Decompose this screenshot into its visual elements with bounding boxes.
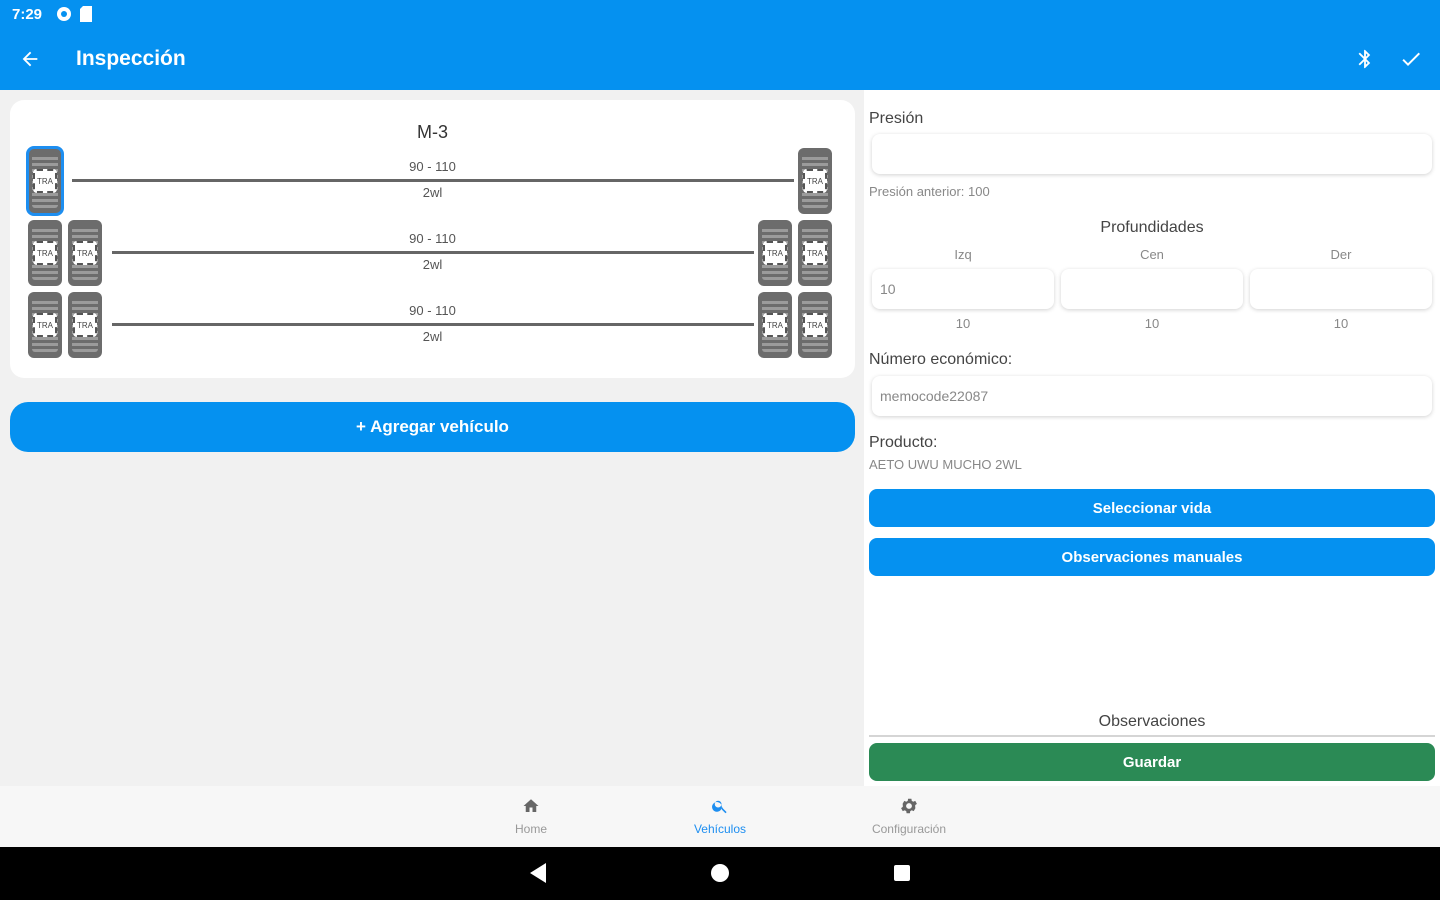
- system-home-icon[interactable]: [710, 862, 730, 884]
- search-icon: [712, 800, 727, 814]
- tire-position-10[interactable]: TRA: [798, 292, 832, 358]
- depth-col-left: Izq: [954, 247, 972, 262]
- app-bar: Inspección: [0, 28, 1440, 90]
- depth-col-center: Cen: [1140, 247, 1164, 262]
- nav-home-label: Home: [514, 822, 547, 836]
- system-navigation-bar: [0, 847, 1440, 900]
- axle-pressure-range: 90 - 110: [409, 231, 456, 246]
- nav-settings-label: Configuración: [871, 822, 947, 836]
- product-value: AETO UWU MUCHO 2WL: [869, 457, 1022, 472]
- status-time: 7:29: [12, 5, 43, 23]
- depth-left-input[interactable]: [872, 269, 1054, 309]
- tire-position-5[interactable]: TRA: [758, 220, 792, 286]
- axle-pressure-range: 90 - 110: [409, 303, 456, 318]
- previous-pressure: Presión anterior: 100: [869, 184, 990, 199]
- depths-title: Profundidades: [1100, 219, 1204, 236]
- observations-divider: [869, 735, 1435, 737]
- save-button[interactable]: Guardar: [869, 743, 1435, 781]
- tire-position-9[interactable]: TRA: [758, 292, 792, 358]
- nav-vehicles[interactable]: Vehículos: [665, 794, 775, 836]
- tire-position-4[interactable]: TRA: [68, 220, 102, 286]
- depth-previous-right: 10: [1333, 316, 1349, 331]
- back-button[interactable]: [0, 28, 60, 90]
- back-arrow-icon: [22, 51, 38, 67]
- axle-1: TRA 90 - 110 2wl TRA: [10, 146, 855, 216]
- axle-bar: [112, 323, 754, 326]
- bluetooth-icon[interactable]: [1354, 47, 1376, 71]
- economic-number-input[interactable]: [872, 376, 1432, 416]
- tire-position-3[interactable]: TRA: [28, 220, 62, 286]
- status-bar: 7:29: [0, 0, 1440, 786]
- vehicle-card: M-3 TRA 90 - 110 2wl TRA TRA TRA 90 - 11…: [10, 100, 855, 378]
- nav-settings[interactable]: Configuración: [854, 794, 964, 836]
- depth-previous-left: 10: [955, 316, 971, 331]
- depth-col-right: Der: [1330, 247, 1352, 262]
- axle-3: TRA TRA 90 - 110 2wl TRA TRA: [10, 292, 855, 358]
- product-label: Producto:: [869, 434, 938, 451]
- observations-label: Observaciones: [1098, 713, 1206, 730]
- page-title: Inspección: [76, 47, 186, 70]
- gear-icon: [901, 798, 917, 814]
- axle-config: 2wl: [422, 257, 443, 272]
- economic-number-label: Número económico:: [869, 351, 1013, 368]
- pressure-input[interactable]: [872, 134, 1432, 174]
- vehicle-name: M-3: [417, 122, 448, 142]
- add-vehicle-button[interactable]: + Agregar vehículo: [10, 402, 855, 452]
- tire-position-7[interactable]: TRA: [28, 292, 62, 358]
- depth-center-input[interactable]: [1061, 269, 1243, 309]
- axle-pressure-range: 90 - 110: [409, 159, 456, 174]
- inspection-form: Presión Presión anterior: 100 Profundida…: [864, 90, 1440, 786]
- nav-vehicles-label: Vehículos: [693, 822, 747, 836]
- depth-previous-center: 10: [1144, 316, 1160, 331]
- system-recents-icon[interactable]: [892, 862, 912, 884]
- tire-position-2[interactable]: TRA: [798, 148, 832, 214]
- axle-config: 2wl: [422, 185, 443, 200]
- pressure-label: Presión: [869, 110, 924, 127]
- bottom-navigation: Home Vehículos Configuración: [0, 786, 1440, 847]
- select-life-button[interactable]: Seleccionar vida: [869, 489, 1435, 527]
- axle-bar: [72, 179, 794, 182]
- manual-observations-button[interactable]: Observaciones manuales: [869, 538, 1435, 576]
- axle-config: 2wl: [422, 329, 443, 344]
- tire-position-6[interactable]: TRA: [798, 220, 832, 286]
- vehicle-panel: M-3 TRA 90 - 110 2wl TRA TRA TRA 90 - 11…: [0, 90, 864, 786]
- axle-2: TRA TRA 90 - 110 2wl TRA TRA: [10, 220, 855, 286]
- nav-home[interactable]: Home: [476, 794, 586, 836]
- axle-bar: [112, 251, 754, 254]
- system-back-icon[interactable]: [528, 862, 548, 884]
- tire-position-1[interactable]: TRA: [26, 146, 64, 216]
- sd-card-icon: [80, 6, 93, 22]
- home-icon: [523, 799, 539, 812]
- tire-position-8[interactable]: TRA: [68, 292, 102, 358]
- check-icon[interactable]: [1398, 47, 1424, 71]
- app-notification-icon: [57, 7, 72, 21]
- depth-right-input[interactable]: [1250, 269, 1432, 309]
